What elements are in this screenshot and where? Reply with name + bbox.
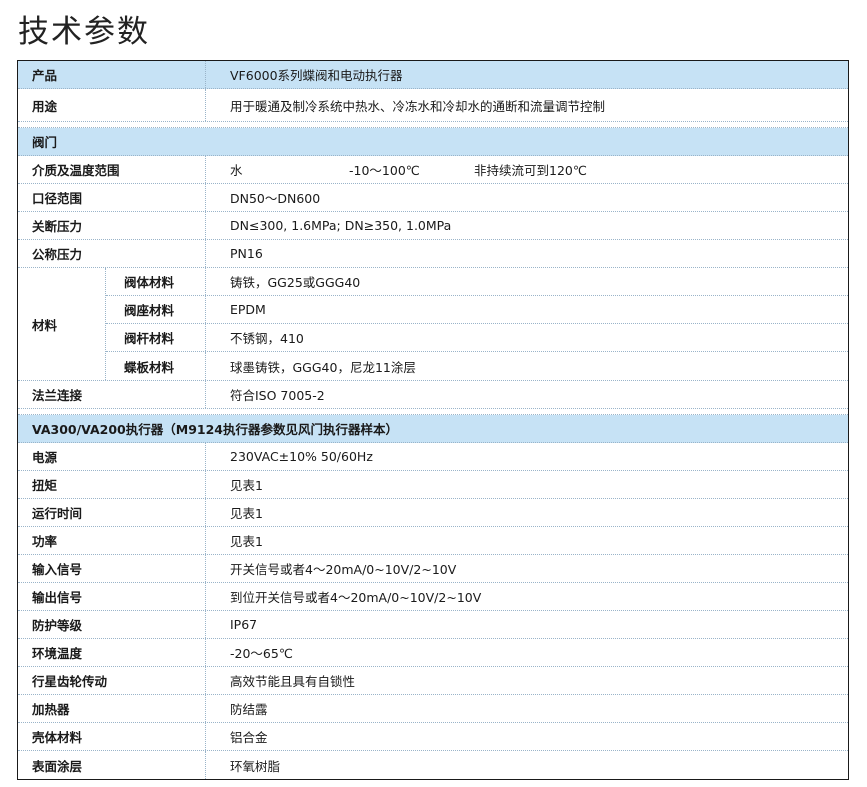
actuator-row-value: 环氧树脂 <box>230 758 281 774</box>
actuator-row-label: 壳体材料 <box>18 723 206 750</box>
actuator-row-label: 表面涂层 <box>18 751 206 779</box>
actuator-row: 电源 230VAC±10% 50/60Hz <box>18 443 848 471</box>
medium-part-3: 非持续流可到120℃ <box>474 163 587 178</box>
shutoff-value: DN≤300, 1.6MPa; DN≥350, 1.0MPa <box>230 218 452 233</box>
actuator-section-header: VA300/VA200执行器（M9124执行器参数见风门执行器样本） <box>18 415 848 443</box>
actuator-row-label: 防护等级 <box>18 611 206 638</box>
medium-row: 介质及温度范围 水 -10～100℃ 非持续流可到120℃ <box>18 156 848 184</box>
diameter-value: DN50～DN600 <box>230 191 321 206</box>
material-row: 阀座材料 EPDM <box>106 296 848 324</box>
actuator-row-label: 输入信号 <box>18 555 206 582</box>
medium-label: 介质及温度范围 <box>18 156 206 183</box>
actuator-row: 加热器 防结露 <box>18 695 848 723</box>
usage-row: 用途 用于暖通及制冷系统中热水、冷冻水和冷却水的通断和流量调节控制 <box>18 89 848 122</box>
actuator-row-value: 铝合金 <box>230 730 268 745</box>
actuator-row: 输入信号 开关信号或者4～20mA/0~10V/2~10V <box>18 555 848 583</box>
actuator-row: 壳体材料 铝合金 <box>18 723 848 751</box>
valve-section-header: 阀门 <box>18 128 848 156</box>
material-sub-value: EPDM <box>230 302 266 317</box>
product-value: VF6000系列蝶阀和电动执行器 <box>230 68 403 83</box>
medium-part-2: -10～100℃ <box>349 163 420 178</box>
product-row: 产品 VF6000系列蝶阀和电动执行器 <box>18 61 848 89</box>
page-title: 技术参数 <box>18 14 150 50</box>
actuator-rows: 电源 230VAC±10% 50/60Hz 扭矩 见表1 运行时间 见表1 功率 见表1 输入信… <box>18 443 848 779</box>
material-row: 蝶板材料 球墨铸铁，GGG40，尼龙11涂层 <box>106 352 848 380</box>
actuator-row: 运行时间 见表1 <box>18 499 848 527</box>
actuator-row-label: 行星齿轮传动 <box>18 667 206 694</box>
usage-label: 用途 <box>18 89 206 121</box>
diameter-label: 口径范围 <box>18 184 206 211</box>
actuator-row-value: 230VAC±10% 50/60Hz <box>230 449 373 464</box>
material-block: 材料 阀体材料 铸铁，GG25或GGG40 阀座材料 EPDM 阀杆材料 不锈钢… <box>18 268 848 381</box>
valve-section-label: 阀门 <box>32 135 58 150</box>
actuator-row-value: 见表1 <box>230 478 263 493</box>
actuator-row-value: -20～65℃ <box>230 646 293 661</box>
actuator-row: 环境温度 -20～65℃ <box>18 639 848 667</box>
material-sub-value: 球墨铸铁，GGG40，尼龙11涂层 <box>230 359 416 375</box>
actuator-row-value: 高效节能且具有自锁性 <box>230 674 356 689</box>
actuator-row-value: IP67 <box>230 617 258 632</box>
actuator-row-value: 见表1 <box>230 534 263 549</box>
actuator-section-label: VA300/VA200执行器（M9124执行器参数见风门执行器样本） <box>32 422 398 437</box>
material-sub-label: 阀体材料 <box>106 268 206 295</box>
material-sub-value: 不锈钢，410 <box>230 331 304 346</box>
usage-value: 用于暖通及制冷系统中热水、冷冻水和冷却水的通断和流量调节控制 <box>230 98 606 114</box>
medium-value: 水 -10～100℃ 非持续流可到120℃ <box>206 156 848 183</box>
actuator-row-value: 防结露 <box>230 702 268 717</box>
material-row: 阀杆材料 不锈钢，410 <box>106 324 848 352</box>
actuator-row: 扭矩 见表1 <box>18 471 848 499</box>
actuator-row-label: 环境温度 <box>18 639 206 666</box>
actuator-row-label: 功率 <box>18 527 206 554</box>
material-sub-label: 阀杆材料 <box>106 324 206 351</box>
actuator-row-label: 加热器 <box>18 695 206 722</box>
nominal-value: PN16 <box>230 246 263 261</box>
material-sub-label: 蝶板材料 <box>106 352 206 380</box>
diameter-row: 口径范围 DN50～DN600 <box>18 184 848 212</box>
material-row: 阀体材料 铸铁，GG25或GGG40 <box>106 268 848 296</box>
actuator-row: 输出信号 到位开关信号或者4～20mA/0~10V/2~10V <box>18 583 848 611</box>
actuator-row-value: 到位开关信号或者4～20mA/0~10V/2~10V <box>230 590 482 605</box>
spec-table: 产品 VF6000系列蝶阀和电动执行器 用途 用于暖通及制冷系统中热水、冷冻水和… <box>17 60 849 780</box>
actuator-row-value: 开关信号或者4～20mA/0~10V/2~10V <box>230 562 457 577</box>
actuator-row-label: 输出信号 <box>18 583 206 610</box>
material-sub-label: 阀座材料 <box>106 296 206 323</box>
material-sub-value: 铸铁，GG25或GGG40 <box>230 275 361 290</box>
material-rows: 阀体材料 铸铁，GG25或GGG40 阀座材料 EPDM 阀杆材料 不锈钢，41… <box>106 268 848 380</box>
actuator-row: 行星齿轮传动 高效节能且具有自锁性 <box>18 667 848 695</box>
nominal-row: 公称压力 PN16 <box>18 240 848 268</box>
product-label: 产品 <box>18 61 206 88</box>
actuator-row-value: 见表1 <box>230 506 263 521</box>
flange-value: 符合ISO 7005-2 <box>230 388 325 403</box>
actuator-row-label: 扭矩 <box>18 471 206 498</box>
medium-part-1: 水 <box>230 163 243 178</box>
actuator-row: 防护等级 IP67 <box>18 611 848 639</box>
flange-row: 法兰连接 符合ISO 7005-2 <box>18 381 848 409</box>
shutoff-row: 关断压力 DN≤300, 1.6MPa; DN≥350, 1.0MPa <box>18 212 848 240</box>
actuator-row: 功率 见表1 <box>18 527 848 555</box>
nominal-label: 公称压力 <box>18 240 206 267</box>
actuator-row-label: 运行时间 <box>18 499 206 526</box>
actuator-row: 表面涂层 环氧树脂 <box>18 751 848 779</box>
flange-label: 法兰连接 <box>18 381 206 408</box>
shutoff-label: 关断压力 <box>18 212 206 239</box>
material-label: 材料 <box>18 268 106 380</box>
actuator-row-label: 电源 <box>18 443 206 470</box>
